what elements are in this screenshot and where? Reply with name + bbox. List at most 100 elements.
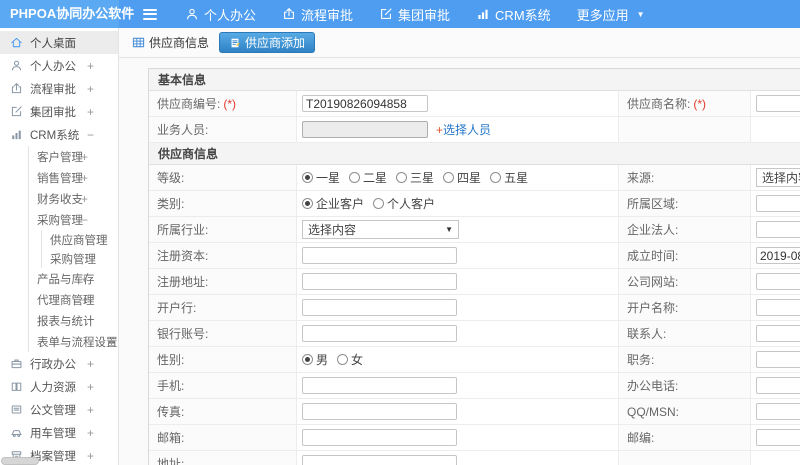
radio-option-level-1[interactable]: 一星	[302, 169, 340, 186]
website-input[interactable]	[756, 273, 800, 290]
sidebar-item-customer-mgmt[interactable]: 客户管理 +	[29, 146, 118, 167]
zip-label: 邮编:	[619, 425, 751, 450]
source-label: 来源:	[619, 165, 751, 190]
radio-icon	[490, 172, 502, 183]
industry-select[interactable]: 选择内容 ▼	[302, 220, 459, 239]
sidebar-item-supplier-mgmt[interactable]: 供应商管理	[42, 230, 118, 249]
sidebar-item-personal-desktop[interactable]: 个人桌面	[0, 31, 118, 54]
supplier-code-input[interactable]	[302, 95, 428, 112]
form-area: 基本信息 供应商编号:(*) 供应商名称:(*) 业务人员:	[119, 58, 800, 465]
tab-bar: 供应商信息 供应商添加	[119, 28, 800, 58]
gender-label: 性别:	[149, 347, 297, 372]
sidebar-item-vehicle-mgmt[interactable]: 用车管理 +	[0, 421, 118, 444]
empty-label-cell	[619, 451, 751, 465]
sidebar-item-admin-office[interactable]: 行政办公 +	[0, 352, 118, 375]
sidebar-item-finance[interactable]: 财务收支 +	[29, 188, 118, 209]
form-row-supplier-code: 供应商编号:(*) 供应商名称:(*)	[149, 91, 800, 117]
menu-personal-office[interactable]: 个人办公	[172, 0, 269, 28]
form-row-category: 类别: 企业客户 个人客户 所属区域:	[149, 191, 800, 217]
registered-address-input[interactable]	[302, 273, 457, 290]
procurement-submenu: 供应商管理 采购管理	[41, 230, 118, 268]
tab-supplier-info[interactable]: 供应商信息	[132, 34, 209, 51]
sidebar-item-hr[interactable]: 人力资源 +	[0, 375, 118, 398]
sidebar-item-document-mgmt[interactable]: 公文管理 +	[0, 398, 118, 421]
region-label: 所属区域:	[619, 191, 751, 216]
radio-icon	[443, 172, 455, 183]
fax-input[interactable]	[302, 403, 457, 420]
horizontal-scrollbar-thumb[interactable]	[1, 457, 39, 465]
sidebar-item-reports[interactable]: 报表与统计	[29, 310, 118, 331]
section-header-basic-info: 基本信息	[149, 69, 800, 91]
email-input[interactable]	[302, 429, 457, 446]
address-input[interactable]	[302, 455, 457, 465]
founded-date-input[interactable]	[756, 247, 800, 264]
menu-group-approval[interactable]: 集团审批	[366, 0, 463, 28]
tab-supplier-add[interactable]: 供应商添加	[219, 32, 316, 53]
crm-submenu: 客户管理 + 销售管理 + 财务收支 + 采购管理 − 供应商管理 采购管理 产…	[28, 146, 118, 352]
mobile-input[interactable]	[302, 377, 457, 394]
hamburger-menu-icon[interactable]	[143, 6, 158, 22]
form-row-address: 地址:	[149, 451, 800, 465]
bank-account-input[interactable]	[302, 325, 457, 342]
add-form-icon	[229, 37, 241, 49]
empty-label-cell	[619, 117, 751, 142]
sidebar-item-personal-office[interactable]: 个人办公 +	[0, 54, 118, 77]
supplier-name-input[interactable]	[756, 95, 800, 112]
qq-input[interactable]	[756, 403, 800, 420]
sidebar: 个人桌面 个人办公 + 流程审批 + 集团审批 + CRM系统 − 客户管理 +…	[0, 28, 119, 465]
region-input[interactable]	[756, 195, 800, 212]
upload-icon	[10, 82, 23, 95]
menu-workflow-approval[interactable]: 流程审批	[269, 0, 366, 28]
radio-option-level-2[interactable]: 二星	[349, 169, 387, 186]
office-phone-input[interactable]	[756, 377, 800, 394]
sidebar-item-purchase-mgmt[interactable]: 采购管理	[42, 249, 118, 268]
form-row-bank: 开户行: 开户名称:	[149, 295, 800, 321]
sidebar-item-crm[interactable]: CRM系统 −	[0, 123, 118, 146]
select-staff-link[interactable]: +选择人员	[436, 121, 491, 138]
form-row-staff: 业务人员: +选择人员	[149, 117, 800, 143]
empty-field-cell	[751, 451, 800, 465]
bar-chart-icon	[10, 128, 23, 141]
user-icon	[185, 7, 199, 21]
radio-option-level-5[interactable]: 五星	[490, 169, 528, 186]
form-row-capital: 注册资本: 成立时间:	[149, 243, 800, 269]
menu-more-apps[interactable]: 更多应用 ▼	[564, 0, 658, 28]
level-label: 等级:	[149, 165, 297, 190]
radio-option-individual[interactable]: 个人客户	[373, 195, 435, 212]
sidebar-item-agent-mgmt[interactable]: 代理商管理 +	[29, 289, 118, 310]
contact-label: 联系人:	[619, 321, 751, 346]
radio-option-female[interactable]: 女	[337, 351, 363, 368]
source-select[interactable]: 选择内容▼	[756, 168, 800, 187]
contact-input[interactable]	[756, 325, 800, 342]
bar-chart-icon	[476, 7, 490, 21]
registered-capital-input[interactable]	[302, 247, 457, 264]
bank-input[interactable]	[302, 299, 457, 316]
sidebar-item-form-workflow-settings[interactable]: 表单与流程设置 +	[29, 331, 118, 352]
radio-checked-icon	[302, 172, 313, 183]
form-row-bank-account: 银行账号: 联系人:	[149, 321, 800, 347]
radio-option-enterprise[interactable]: 企业客户	[302, 195, 364, 212]
legal-person-input[interactable]	[756, 221, 800, 238]
table-icon	[132, 36, 145, 49]
radio-icon	[349, 172, 361, 183]
chevron-down-icon: ▼	[636, 9, 645, 19]
edit-icon	[10, 105, 23, 118]
radio-icon	[373, 198, 385, 209]
sidebar-item-workflow-approval[interactable]: 流程审批 +	[0, 77, 118, 100]
sidebar-item-product-inventory[interactable]: 产品与库存 +	[29, 268, 118, 289]
menu-crm[interactable]: CRM系统	[463, 0, 564, 28]
sidebar-item-sales-mgmt[interactable]: 销售管理 +	[29, 167, 118, 188]
radio-option-male[interactable]: 男	[302, 351, 328, 368]
required-mark: (*)	[223, 96, 237, 111]
account-name-input[interactable]	[756, 299, 800, 316]
zip-input[interactable]	[756, 429, 800, 446]
office-phone-label: 办公电话:	[619, 373, 751, 398]
radio-option-level-4[interactable]: 四星	[443, 169, 481, 186]
sidebar-item-group-approval[interactable]: 集团审批 +	[0, 100, 118, 123]
sidebar-item-procurement-mgmt[interactable]: 采购管理 −	[29, 209, 118, 230]
position-input[interactable]	[756, 351, 800, 368]
form-row-reg-address: 注册地址: 公司网站:	[149, 269, 800, 295]
form-row-fax: 传真: QQ/MSN:	[149, 399, 800, 425]
radio-option-level-3[interactable]: 三星	[396, 169, 434, 186]
staff-input[interactable]	[302, 121, 428, 138]
